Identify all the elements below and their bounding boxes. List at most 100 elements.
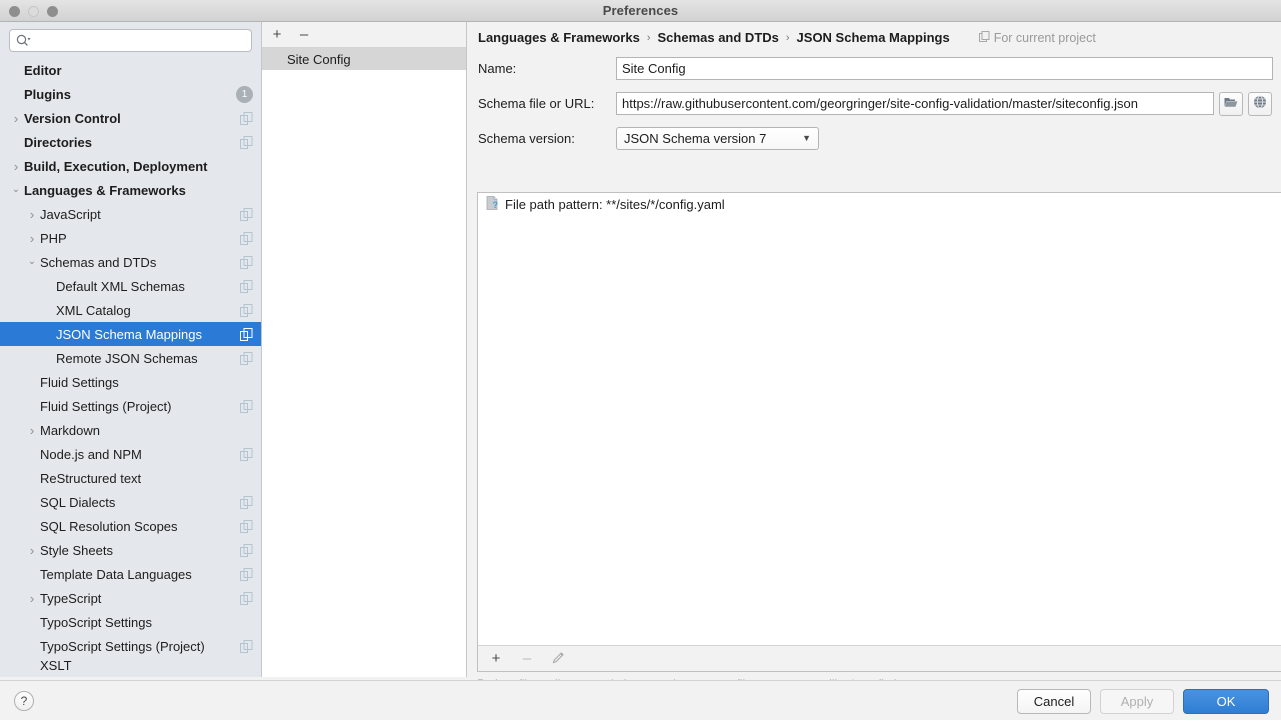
remove-pattern-button[interactable]: –	[520, 651, 534, 666]
sidebar-item-template-data-languages[interactable]: Template Data Languages	[0, 562, 261, 586]
sidebar-item-typescript[interactable]: › TypeScript	[0, 586, 261, 610]
minimize-button[interactable]	[28, 6, 39, 17]
chevron-right-icon[interactable]: ›	[24, 592, 40, 605]
settings-sidebar: Editor Plugins 1 › Version Control Directorie…	[0, 22, 262, 677]
pencil-icon[interactable]	[551, 651, 565, 667]
chevron-right-icon[interactable]: ›	[24, 208, 40, 221]
schema-version-value: JSON Schema version 7	[624, 130, 767, 146]
dialog-body: Editor Plugins 1 › Version Control Directorie…	[0, 22, 1281, 691]
chevron-down-icon: ▼	[802, 133, 811, 143]
apply-button[interactable]: Apply	[1100, 689, 1174, 714]
file-pattern-list[interactable]: ? File path pattern: **/sites/*/config.ya…	[477, 192, 1281, 672]
zoom-button[interactable]	[47, 6, 58, 17]
sidebar-item-sql-resolution-scopes[interactable]: SQL Resolution Scopes	[0, 514, 261, 538]
add-mapping-button[interactable]: +	[270, 27, 284, 42]
traffic-lights	[9, 6, 58, 17]
project-scope-icon	[240, 399, 253, 413]
sidebar-item-typoscript-settings[interactable]: TypoScript Settings	[0, 610, 261, 634]
sidebar-item-php[interactable]: › PHP	[0, 226, 261, 250]
sidebar-item-typoscript-settings-project[interactable]: TypoScript Settings (Project)	[0, 634, 261, 658]
sidebar-item-label: JavaScript	[40, 206, 101, 222]
breadcrumb-item-2: JSON Schema Mappings	[796, 30, 950, 45]
sidebar-item-node-js-and-npm[interactable]: Node.js and NPM	[0, 442, 261, 466]
window-titlebar: Preferences	[0, 0, 1281, 22]
chevron-right-icon[interactable]: ›	[24, 424, 40, 437]
name-label: Name:	[478, 60, 517, 76]
globe-icon	[1253, 95, 1267, 112]
project-scope-icon	[240, 519, 253, 533]
chevron-down-icon[interactable]: ⌄	[8, 185, 24, 195]
project-scope-icon	[240, 231, 253, 245]
project-scope-icon	[240, 543, 253, 557]
browse-file-button[interactable]	[1219, 91, 1243, 116]
sidebar-item-plugins[interactable]: Plugins 1	[0, 82, 261, 106]
search-icon	[16, 34, 31, 47]
sidebar-item-label: SQL Dialects	[40, 494, 116, 510]
ok-button[interactable]: OK	[1183, 689, 1269, 714]
sidebar-item-directories[interactable]: Directories	[0, 130, 261, 154]
close-button[interactable]	[9, 6, 20, 17]
help-button[interactable]: ?	[14, 691, 34, 711]
breadcrumb-separator: ›	[785, 31, 790, 44]
project-scope-note: For current project	[978, 30, 1096, 45]
project-scope-icon	[978, 30, 990, 45]
project-scope-icon	[240, 135, 253, 149]
sidebar-item-sql-dialects[interactable]: SQL Dialects	[0, 490, 261, 514]
sidebar-item-default-xml-schemas[interactable]: Default XML Schemas	[0, 274, 261, 298]
sidebar-item-xml-catalog[interactable]: XML Catalog	[0, 298, 261, 322]
breadcrumb-item-1[interactable]: Schemas and DTDs	[658, 30, 779, 45]
sidebar-item-label: Template Data Languages	[40, 566, 192, 582]
sidebar-item-version-control[interactable]: › Version Control	[0, 106, 261, 130]
add-pattern-button[interactable]: +	[489, 651, 503, 666]
sidebar-item-build-execution-deployment[interactable]: › Build, Execution, Deployment	[0, 154, 261, 178]
sidebar-item-fluid-settings-project[interactable]: Fluid Settings (Project)	[0, 394, 261, 418]
schema-file-row: Schema file or URL:	[467, 83, 1281, 124]
name-input[interactable]	[616, 56, 1273, 80]
search-input[interactable]	[33, 31, 233, 50]
search-box[interactable]	[9, 29, 252, 52]
project-scope-icon	[240, 591, 253, 605]
mappings-toolbar: + –	[262, 22, 466, 48]
chevron-right-icon[interactable]: ›	[8, 160, 24, 173]
sidebar-item-label: ReStructured text	[40, 470, 142, 486]
name-row: Name:	[467, 53, 1281, 83]
chevron-down-icon[interactable]: ⌄	[24, 257, 40, 267]
sidebar-item-schemas-and-dtds[interactable]: ⌄ Schemas and DTDs	[0, 250, 261, 274]
sidebar-item-restructured-text[interactable]: ReStructured text	[0, 466, 261, 490]
sidebar-item-style-sheets[interactable]: › Style Sheets	[0, 538, 261, 562]
sidebar-item-json-schema-mappings[interactable]: JSON Schema Mappings	[0, 322, 261, 346]
remove-mapping-button[interactable]: –	[297, 27, 311, 42]
sidebar-item-label: TypeScript	[40, 590, 102, 606]
chevron-right-icon[interactable]: ›	[8, 112, 24, 125]
sidebar-item-markdown[interactable]: › Markdown	[0, 418, 261, 442]
sidebar-item-javascript[interactable]: › JavaScript	[0, 202, 261, 226]
open-url-button[interactable]	[1248, 91, 1272, 116]
sidebar-item-label: Directories	[24, 134, 92, 150]
sidebar-item-label: Languages & Frameworks	[24, 182, 186, 198]
sidebar-item-languages-frameworks[interactable]: ⌄ Languages & Frameworks	[0, 178, 261, 202]
sidebar-item-label: Fluid Settings (Project)	[40, 398, 172, 414]
schema-version-select[interactable]: JSON Schema version 7 ▼	[616, 126, 819, 150]
sidebar-item-label: XML Catalog	[56, 302, 131, 318]
schema-file-input[interactable]	[616, 92, 1214, 115]
list-item[interactable]: Site Config	[262, 48, 466, 70]
breadcrumb-item-0[interactable]: Languages & Frameworks	[478, 30, 640, 45]
sidebar-item-label: Editor	[24, 62, 62, 78]
sidebar-item-xslt[interactable]: XSLT	[0, 658, 261, 672]
sidebar-item-label: PHP	[40, 230, 67, 246]
sidebar-item-editor[interactable]: Editor	[0, 58, 261, 82]
sidebar-item-label: Node.js and NPM	[40, 446, 142, 462]
window-title: Preferences	[602, 3, 679, 18]
footer-buttons: Cancel Apply OK	[1017, 689, 1269, 714]
sidebar-item-remote-json-schemas[interactable]: Remote JSON Schemas	[0, 346, 261, 370]
svg-text:?: ?	[493, 200, 499, 210]
chevron-right-icon[interactable]: ›	[24, 544, 40, 557]
pattern-row[interactable]: ? File path pattern: **/sites/*/config.ya…	[478, 193, 1281, 215]
sidebar-item-label: Schemas and DTDs	[40, 254, 157, 270]
sidebar-item-fluid-settings[interactable]: Fluid Settings	[0, 370, 261, 394]
chevron-right-icon[interactable]: ›	[24, 232, 40, 245]
project-scope-icon	[240, 279, 253, 293]
cancel-button[interactable]: Cancel	[1017, 689, 1091, 714]
dialog-footer: ? Cancel Apply OK	[0, 680, 1281, 720]
mapping-name: Site Config	[287, 51, 351, 67]
